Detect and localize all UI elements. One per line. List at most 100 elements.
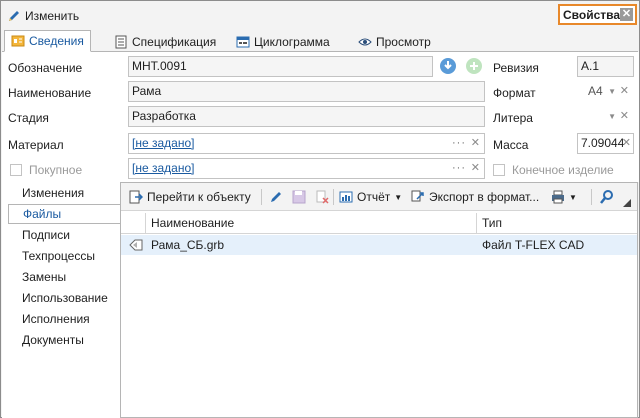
- tab-specification-label: Спецификация: [132, 34, 217, 49]
- revision-field[interactable]: А.1: [577, 56, 634, 77]
- mass-field[interactable]: 7.09044 ✕: [577, 133, 634, 154]
- toolbar-separator: [591, 189, 592, 205]
- litera-label: Литера: [493, 111, 533, 125]
- files-toolbar: Перейти к объекту Отчёт ▼ Экспорт в форм…: [121, 183, 637, 211]
- properties-title: Свойства ✕: [558, 4, 637, 25]
- toolbar-separator: [333, 189, 334, 205]
- tab-cyclogram[interactable]: Циклограмма: [230, 31, 336, 52]
- chevron-down-icon[interactable]: ▼: [608, 82, 616, 101]
- nav-item-documents[interactable]: Документы: [22, 333, 84, 347]
- tab-info-label: Сведения: [29, 34, 84, 48]
- goto-object-button[interactable]: Перейти к объекту: [129, 188, 251, 206]
- column-divider: [145, 213, 146, 234]
- stage-label: Стадия: [8, 111, 49, 125]
- add-icon[interactable]: [465, 57, 483, 75]
- material-link[interactable]: [не задано]: [132, 136, 194, 150]
- tflex-file-icon: [129, 239, 143, 251]
- format-select[interactable]: А4 ▼ ✕: [577, 81, 634, 102]
- nav-item-changes[interactable]: Изменения: [22, 186, 84, 200]
- name-value: Рама: [132, 84, 162, 98]
- mass-label: Масса: [493, 138, 529, 152]
- tab-info[interactable]: Сведения: [4, 30, 91, 52]
- search-icon[interactable]: [599, 189, 615, 205]
- report-icon: [339, 191, 353, 203]
- mass-value: 7.09044: [581, 136, 625, 150]
- chevron-down-icon: ▼: [569, 192, 577, 202]
- properties-label: Свойства: [563, 7, 621, 22]
- report-label: Отчёт: [357, 190, 391, 204]
- tab-cyclogram-label: Циклограмма: [254, 34, 330, 49]
- nav-item-signatures[interactable]: Подписи: [22, 228, 70, 242]
- report-button[interactable]: Отчёт ▼: [339, 188, 402, 206]
- files-panel: Перейти к объекту Отчёт ▼ Экспорт в форм…: [120, 182, 638, 418]
- material-label: Материал: [8, 138, 64, 152]
- export-icon: [411, 190, 424, 202]
- overflow-icon[interactable]: [623, 199, 631, 207]
- tab-specification[interactable]: Спецификация: [108, 31, 222, 52]
- clear-icon[interactable]: ✕: [471, 134, 480, 153]
- download-icon[interactable]: [439, 57, 457, 75]
- toolbar-separator: [261, 189, 262, 205]
- name-field[interactable]: Рама: [128, 81, 485, 102]
- final-product-checkbox[interactable]: [493, 164, 505, 176]
- designation-value: МНТ.0091: [132, 59, 187, 73]
- revision-label: Ревизия: [493, 61, 539, 75]
- nav-item-processes[interactable]: Техпроцессы: [22, 249, 95, 263]
- format-label: Формат: [493, 86, 536, 100]
- nav-item-usage[interactable]: Использование: [22, 291, 108, 305]
- table-row[interactable]: Рама_СБ.grb Файл T-FLEX CAD: [121, 235, 637, 255]
- material-field[interactable]: [не задано] ··· ✕: [128, 133, 485, 154]
- clear-icon[interactable]: ✕: [471, 159, 480, 178]
- clear-icon[interactable]: ✕: [620, 82, 629, 101]
- clear-icon[interactable]: ✕: [622, 134, 631, 153]
- print-button[interactable]: ▼: [551, 188, 577, 206]
- nav-item-versions[interactable]: Исполнения: [22, 312, 90, 326]
- pencil-icon: [9, 11, 19, 21]
- info-form: Обозначение МНТ.0091 Ревизия А.1 Наимено…: [2, 52, 639, 182]
- clear-icon[interactable]: ✕: [620, 107, 629, 126]
- info-card-icon: [11, 35, 25, 47]
- column-divider: [476, 213, 477, 234]
- delete-icon[interactable]: [315, 190, 329, 204]
- calendar-icon: [236, 36, 250, 47]
- document-icon: [115, 35, 127, 48]
- purchased-link[interactable]: [не задано]: [132, 161, 194, 175]
- column-header-type[interactable]: Тип: [482, 216, 502, 230]
- final-product-label: Конечное изделие: [512, 163, 614, 177]
- file-name-cell: Рама_СБ.grb: [151, 238, 225, 252]
- ellipsis-icon[interactable]: ···: [452, 159, 466, 178]
- litera-select[interactable]: ▼ ✕: [577, 106, 634, 127]
- stage-value: Разработка: [132, 109, 196, 123]
- file-type-cell: Файл T-FLEX CAD: [482, 238, 585, 252]
- nav-item-files[interactable]: Файлы: [8, 204, 120, 224]
- close-icon[interactable]: ✕: [620, 8, 633, 21]
- tab-bar: Сведения Спецификация Циклограмма Просмо…: [2, 28, 638, 52]
- export-button[interactable]: Экспорт в формат...: [411, 188, 539, 206]
- chevron-down-icon[interactable]: ▼: [608, 107, 616, 126]
- tab-preview-label: Просмотр: [376, 34, 431, 49]
- properties-window: Изменить Свойства ✕ Сведения Спецификаци…: [0, 0, 640, 418]
- grid-header: Наименование Тип: [121, 213, 637, 234]
- eye-icon: [358, 38, 372, 45]
- stage-field[interactable]: Разработка: [128, 106, 485, 127]
- column-header-name[interactable]: Наименование: [151, 216, 234, 230]
- printer-icon: [552, 190, 564, 204]
- nav-item-replacements[interactable]: Замены: [22, 270, 66, 284]
- goto-object-icon: [129, 190, 143, 204]
- purchased-field[interactable]: [не задано] ··· ✕: [128, 158, 485, 179]
- purchased-label: Покупное: [29, 163, 83, 177]
- section-nav: Изменения Файлы Подписи Техпроцессы Заме…: [2, 182, 120, 418]
- ellipsis-icon[interactable]: ···: [452, 134, 466, 153]
- designation-field[interactable]: МНТ.0091: [128, 56, 433, 77]
- goto-object-label: Перейти к объекту: [147, 190, 251, 204]
- export-label: Экспорт в формат...: [429, 190, 540, 204]
- designation-label: Обозначение: [8, 61, 83, 75]
- format-value: А4: [588, 84, 603, 98]
- revision-value: А.1: [581, 59, 600, 73]
- save-icon[interactable]: [292, 190, 306, 204]
- edit-button[interactable]: Изменить: [7, 6, 79, 26]
- purchased-checkbox[interactable]: [10, 164, 22, 176]
- pencil-icon[interactable]: [269, 190, 283, 204]
- edit-label: Изменить: [25, 9, 80, 23]
- tab-preview[interactable]: Просмотр: [352, 31, 437, 52]
